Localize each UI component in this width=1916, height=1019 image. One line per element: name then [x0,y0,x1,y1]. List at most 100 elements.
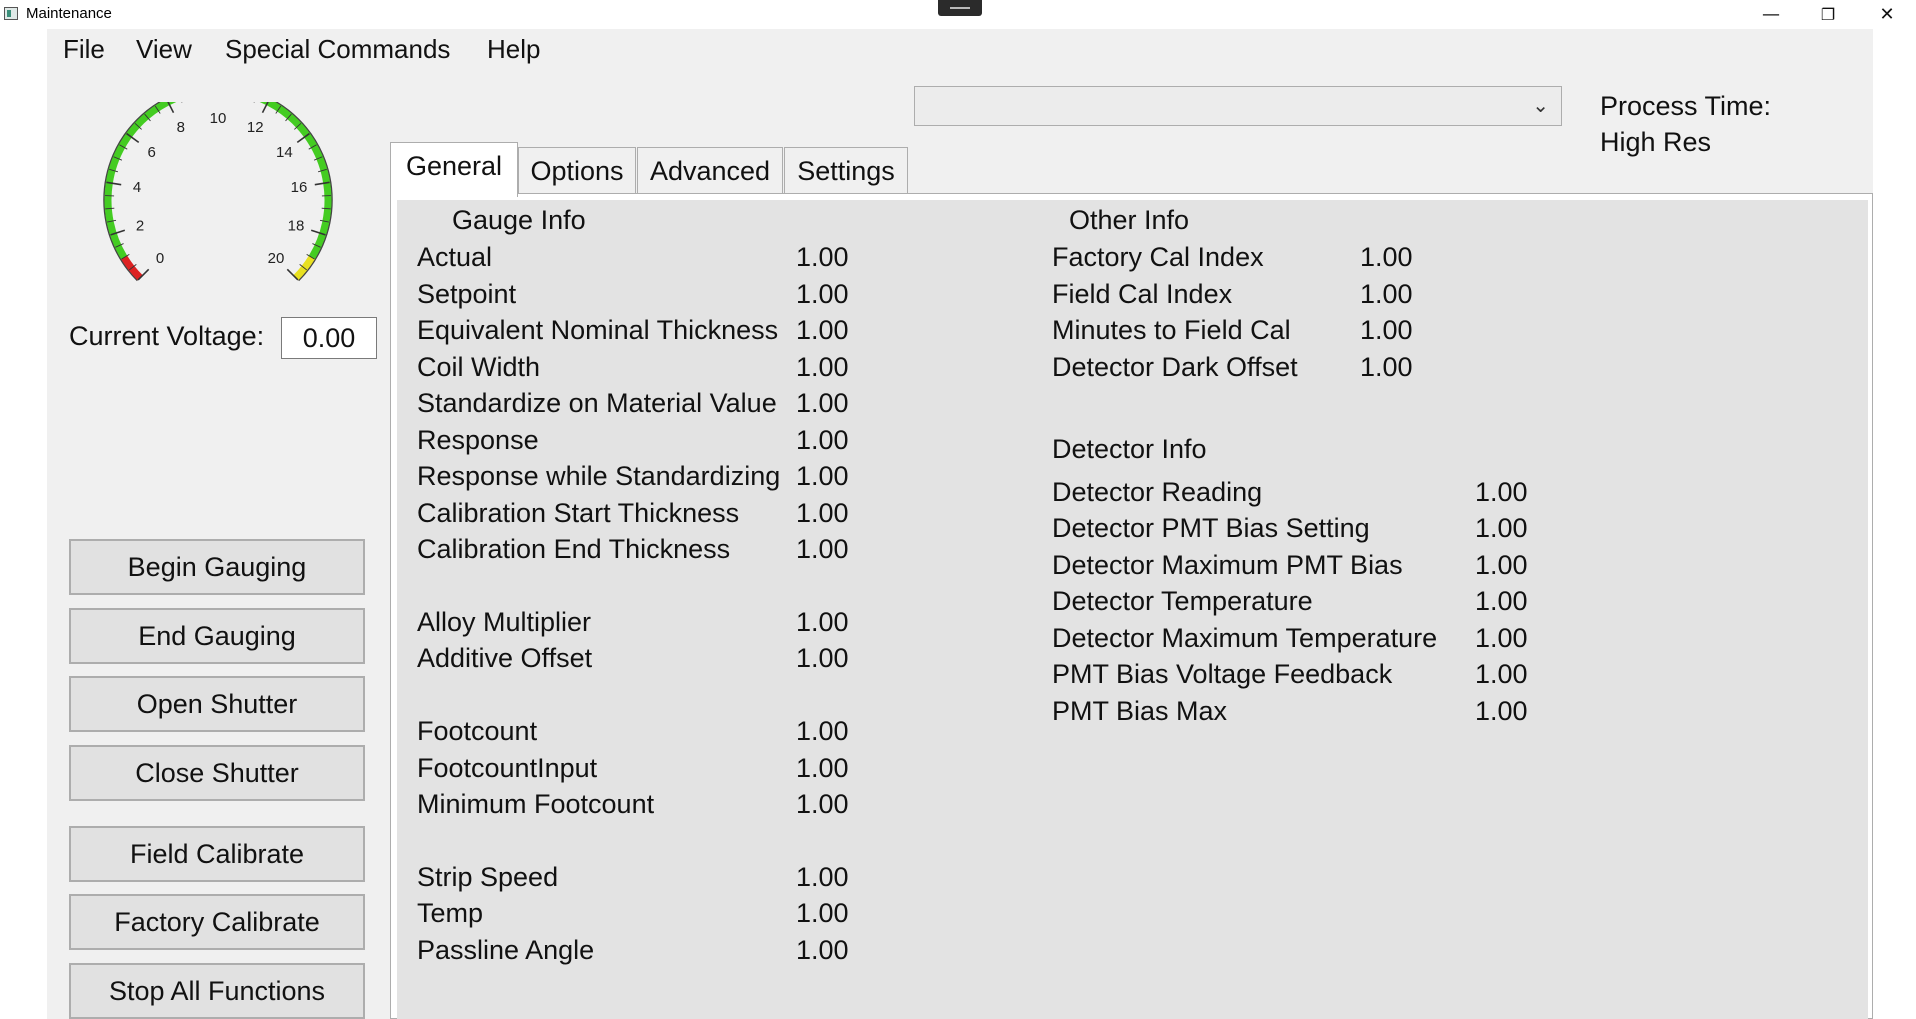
detector-info-title: Detector Info [1052,434,1207,464]
row-value: 1.00 [796,607,849,637]
chevron-down-icon: ⌄ [1532,93,1549,117]
tab-advanced[interactable]: Advanced [637,147,783,193]
row-value: 1.00 [796,935,849,965]
row-value: 1.00 [796,242,849,272]
process-time-label: Process Time: [1600,91,1772,121]
row-label: Equivalent Nominal Thickness [417,315,779,345]
begin-gauging-button[interactable]: Begin Gauging [69,539,365,595]
row-value: 1.00 [796,862,849,892]
row-value: 1.00 [1475,550,1528,580]
row-value: 1.00 [796,315,849,345]
row-label: Additive Offset [417,643,593,673]
restore-button[interactable]: ❐ [1801,0,1855,29]
tab-settings[interactable]: Settings [784,147,908,193]
row-value: 1.00 [796,716,849,746]
gauge-label: 20 [268,250,285,267]
row-value: 1.00 [796,279,849,309]
row-label: Minimum Footcount [417,789,655,819]
row-label: Temp [417,898,484,928]
row-value: 1.00 [796,534,849,564]
row-value: 1.00 [796,352,849,382]
row-value: 1.00 [1475,513,1528,543]
other-info-title: Other Info [1069,205,1190,235]
thickness-gauge: 02 4 6 8 10 12 14 16 1820 [103,102,333,282]
row-value: 1.00 [796,461,849,491]
gauge-label: 6 [147,144,155,161]
gauge-label: 10 [210,110,227,127]
voltage-label: Current Voltage: [69,321,265,351]
gauge-label: 4 [133,179,141,196]
row-label: Field Cal Index [1052,279,1233,309]
gauge-label: 14 [276,144,293,161]
menu-view[interactable]: View [136,34,192,65]
gauge-label: 16 [291,179,308,196]
row-value: 1.00 [1360,352,1413,382]
snap-handle[interactable] [938,0,982,16]
app-icon [4,7,18,20]
row-label: Detector Reading [1052,477,1263,507]
row-label: Detector Maximum Temperature [1052,623,1438,653]
resolution-label: High Res [1600,127,1712,157]
row-value: 1.00 [796,898,849,928]
voltage-field[interactable]: 0.00 [281,317,377,359]
open-shutter-button[interactable]: Open Shutter [69,676,365,732]
mode-select[interactable]: ⌄ [914,86,1562,126]
row-value: 1.00 [796,753,849,783]
gauge-label: 8 [177,119,185,136]
row-value: 1.00 [1360,242,1413,272]
gauge-label: 18 [288,217,305,234]
row-value: 1.00 [796,789,849,819]
row-label: Setpoint [417,279,517,309]
row-label: Actual [417,242,493,272]
row-value: 1.00 [1475,696,1528,726]
row-label: FootcountInput [417,753,598,783]
window-title: Maintenance [26,5,112,22]
gauge-label: 12 [247,119,264,136]
row-value: 1.00 [796,388,849,418]
row-label: Standardize on Material Value [417,388,777,418]
menu-special-commands[interactable]: Special Commands [225,34,450,65]
row-value: 1.00 [1475,659,1528,689]
close-button[interactable]: ✕ [1860,0,1914,29]
row-label: Alloy Multiplier [417,607,592,637]
row-label: PMT Bias Max [1052,696,1228,726]
row-label: Detector PMT Bias Setting [1052,513,1370,543]
row-label: Passline Angle [417,935,595,965]
stop-all-functions-button[interactable]: Stop All Functions [69,963,365,1019]
row-value: 1.00 [796,425,849,455]
gauge-label: 0 [156,250,164,267]
menu-help[interactable]: Help [487,34,540,65]
row-label: Response while Standardizing [417,461,781,491]
row-value: 1.00 [1475,586,1528,616]
close-shutter-button[interactable]: Close Shutter [69,745,365,801]
row-label: Factory Cal Index [1052,242,1264,272]
row-value: 1.00 [796,643,849,673]
row-label: Strip Speed [417,862,559,892]
row-label: Calibration Start Thickness [417,498,740,528]
row-label: Calibration End Thickness [417,534,731,564]
row-label: Detector Maximum PMT Bias [1052,550,1403,580]
row-value: 1.00 [1360,279,1413,309]
gauge-info-title: Gauge Info [452,205,586,235]
row-label: Coil Width [417,352,541,382]
row-label: Response [417,425,539,455]
row-value: 1.00 [1475,623,1528,653]
tab-options[interactable]: Options [518,147,636,193]
row-label: Minutes to Field Cal [1052,315,1291,345]
row-value: 1.00 [796,498,849,528]
factory-calibrate-button[interactable]: Factory Calibrate [69,894,365,950]
row-label: Detector Dark Offset [1052,352,1298,382]
end-gauging-button[interactable]: End Gauging [69,608,365,664]
row-label: Footcount [417,716,538,746]
gauge-labels: 02 4 6 8 10 12 14 16 1820 [133,110,307,267]
gauge-label: 2 [136,217,144,234]
menu-file[interactable]: File [63,34,105,65]
title-bar[interactable]: Maintenance — ❐ ✕ [0,0,1916,29]
row-label: PMT Bias Voltage Feedback [1052,659,1393,689]
row-value: 1.00 [1475,477,1528,507]
row-label: Detector Temperature [1052,586,1313,616]
tab-general[interactable]: General [390,142,518,197]
row-value: 1.00 [1360,315,1413,345]
field-calibrate-button[interactable]: Field Calibrate [69,826,365,882]
minimize-button[interactable]: — [1744,0,1798,29]
